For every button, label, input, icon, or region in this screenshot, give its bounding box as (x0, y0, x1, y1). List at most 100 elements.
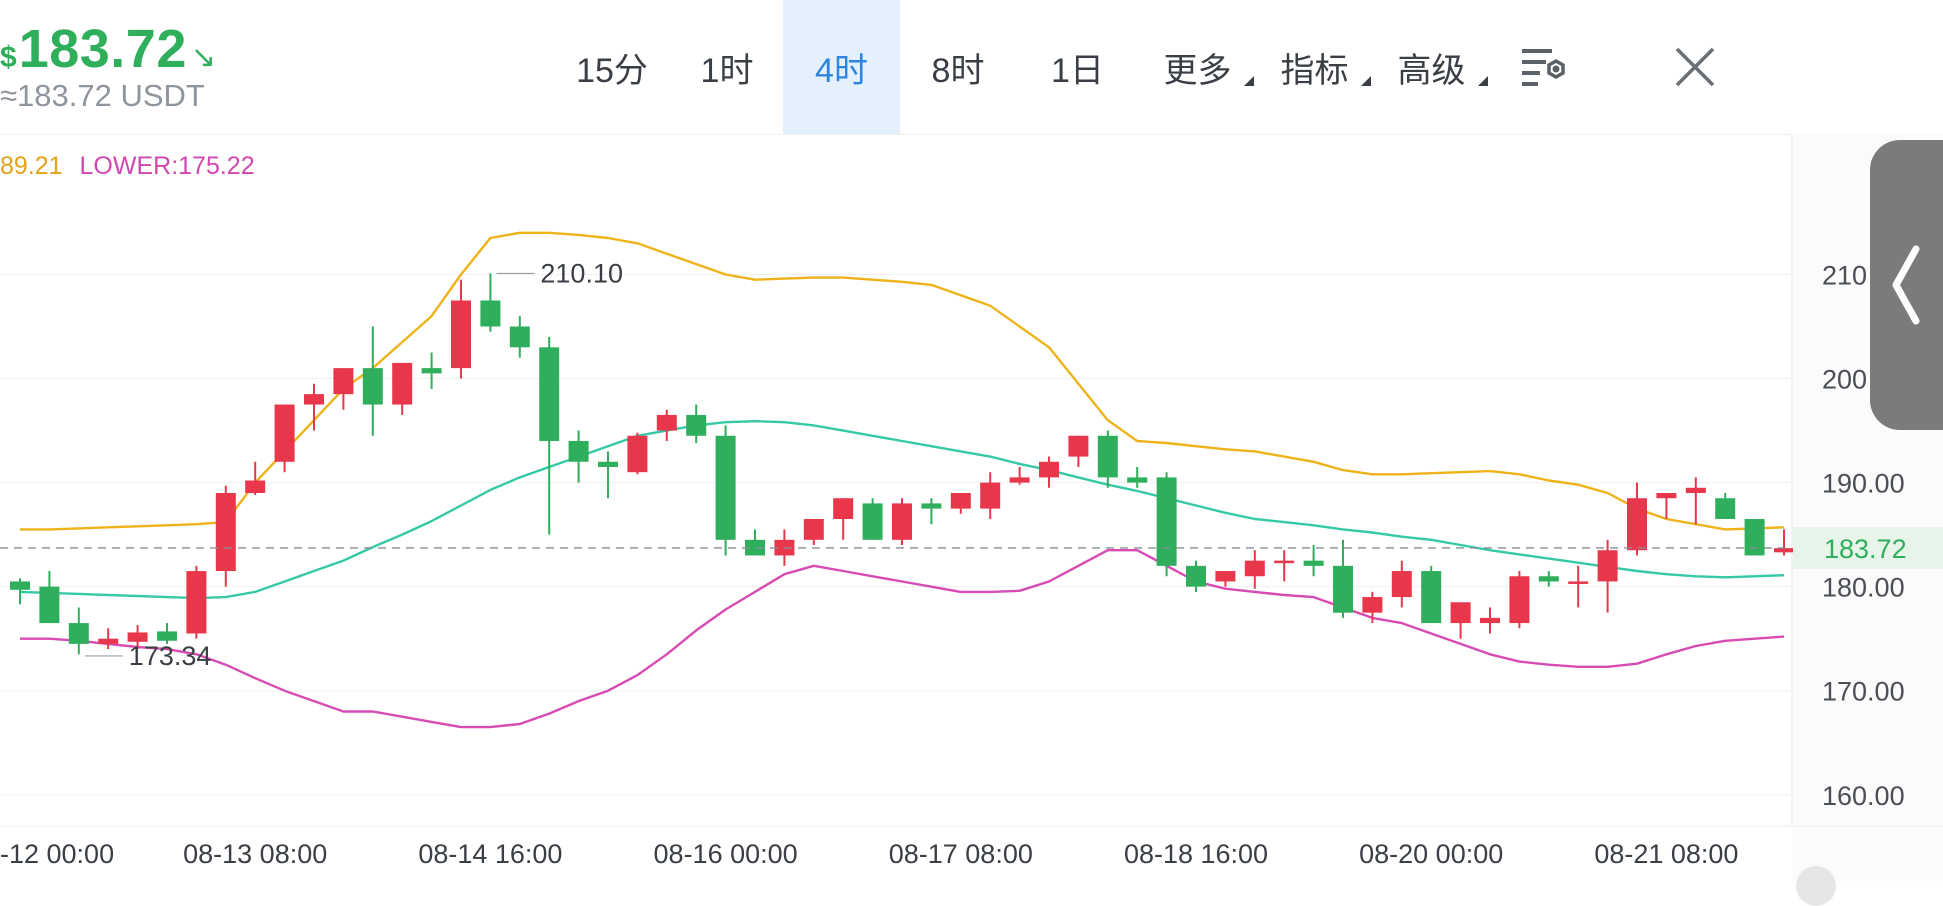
candle (1480, 607, 1500, 634)
candle (1685, 477, 1706, 525)
candle (1333, 539, 1353, 618)
tab-label: 4时 (815, 51, 868, 90)
candle-body (686, 414, 707, 436)
tab-advanced[interactable]: 高级 (1373, 0, 1490, 134)
tab-4h[interactable]: 4时 (783, 0, 900, 134)
candle-body (1421, 571, 1442, 624)
candle (304, 383, 324, 431)
candle-body (1744, 519, 1765, 556)
candle-body (1156, 477, 1177, 566)
candle (980, 472, 1001, 520)
candle (862, 498, 883, 540)
candle-body (1009, 477, 1030, 483)
candle-body (1568, 581, 1589, 584)
candle-body (392, 362, 413, 405)
candle (1450, 602, 1471, 639)
extreme-value-label: 210.10 (540, 258, 623, 288)
candle (1656, 493, 1677, 520)
candle-body (451, 300, 471, 369)
candle-body (39, 586, 60, 624)
candle (1244, 550, 1265, 589)
candle-body (980, 482, 1001, 509)
currency-symbol: $ (0, 41, 17, 74)
candle-body (333, 368, 354, 395)
tab-8h[interactable]: 8时 (900, 0, 1016, 134)
candle (1186, 560, 1206, 592)
tab-label: 更多 (1163, 51, 1232, 90)
candle-body (1274, 560, 1295, 564)
tab-label: 1日 (1051, 51, 1104, 90)
candle-body (1303, 560, 1324, 566)
candle-body (98, 638, 119, 644)
tab-1d[interactable]: 1日 (1016, 0, 1139, 134)
candle-body (1362, 597, 1383, 613)
candle-body (950, 493, 971, 509)
candle (186, 565, 207, 639)
tab-indicators[interactable]: 指标 (1256, 0, 1373, 134)
chart-header: $ 183.72 ↘ ≈183.72 USDT 15分 1时 4时 8时 1日 … (0, 0, 1943, 135)
candle-body (215, 493, 236, 572)
candle-body (1774, 548, 1794, 553)
chevron-left-icon (1892, 245, 1920, 325)
candle (1774, 529, 1794, 556)
candle (921, 498, 942, 525)
candle (1156, 472, 1177, 577)
x-tick-label: 08-20 00:00 (1359, 839, 1503, 869)
chart-settings-icon[interactable] (1520, 45, 1570, 89)
candle (421, 352, 442, 389)
tab-label: 指标 (1280, 51, 1349, 90)
candle-body (1391, 571, 1412, 598)
bollinger-upper-line (20, 231, 1785, 531)
candle (1068, 435, 1089, 467)
y-tick-label: 190.00 (1822, 469, 1905, 499)
candle-body (833, 498, 854, 520)
candle-body (1627, 498, 1647, 551)
arrow-down-right-icon: ↘ (190, 41, 216, 74)
candle (1391, 560, 1412, 608)
candle-body (1715, 498, 1736, 520)
candle-body (1538, 576, 1559, 582)
candle (1303, 545, 1324, 577)
candle-body (1244, 560, 1265, 577)
candle (1509, 571, 1530, 629)
candle (656, 409, 677, 441)
candle-body (1039, 461, 1059, 478)
candle (950, 493, 971, 514)
candle (333, 368, 354, 410)
candle (892, 498, 912, 546)
candle (598, 451, 618, 499)
candle-body (1480, 617, 1500, 624)
candle-body (1450, 602, 1471, 624)
candlestick-chart[interactable]: 210 200 190.00 180.00 170.00 160.00 -12 00:00 0… (0, 134, 1943, 881)
candle-body (803, 519, 824, 540)
tab-more[interactable]: 更多 (1139, 0, 1256, 134)
tab-label: 15分 (576, 51, 648, 90)
close-icon[interactable] (1672, 44, 1718, 90)
candle (1097, 430, 1118, 488)
side-drawer-toggle[interactable] (1870, 140, 1943, 430)
candle (715, 425, 736, 556)
candle-body (862, 503, 883, 540)
candle-body (568, 440, 589, 462)
tab-label: 8时 (931, 51, 985, 90)
candle (833, 498, 854, 540)
x-tick-label: 08-16 00:00 (654, 839, 798, 869)
candle (392, 362, 413, 415)
candle-body (715, 435, 736, 540)
tab-1h[interactable]: 1时 (671, 0, 783, 134)
candle (215, 485, 236, 587)
scroll-handle[interactable] (1796, 866, 1836, 906)
candle (98, 628, 119, 650)
candle-body (1097, 435, 1118, 478)
candle (451, 279, 471, 379)
candle-body (1068, 435, 1089, 457)
tab-15m[interactable]: 15分 (553, 0, 671, 134)
candle (362, 326, 383, 436)
candle (509, 316, 530, 358)
y-tick-label: 180.00 (1822, 573, 1905, 603)
dropdown-caret-icon (1244, 76, 1254, 86)
candle-body (656, 414, 677, 431)
candle-body (480, 300, 501, 327)
candle-body (1333, 565, 1353, 613)
candle (1215, 571, 1236, 587)
